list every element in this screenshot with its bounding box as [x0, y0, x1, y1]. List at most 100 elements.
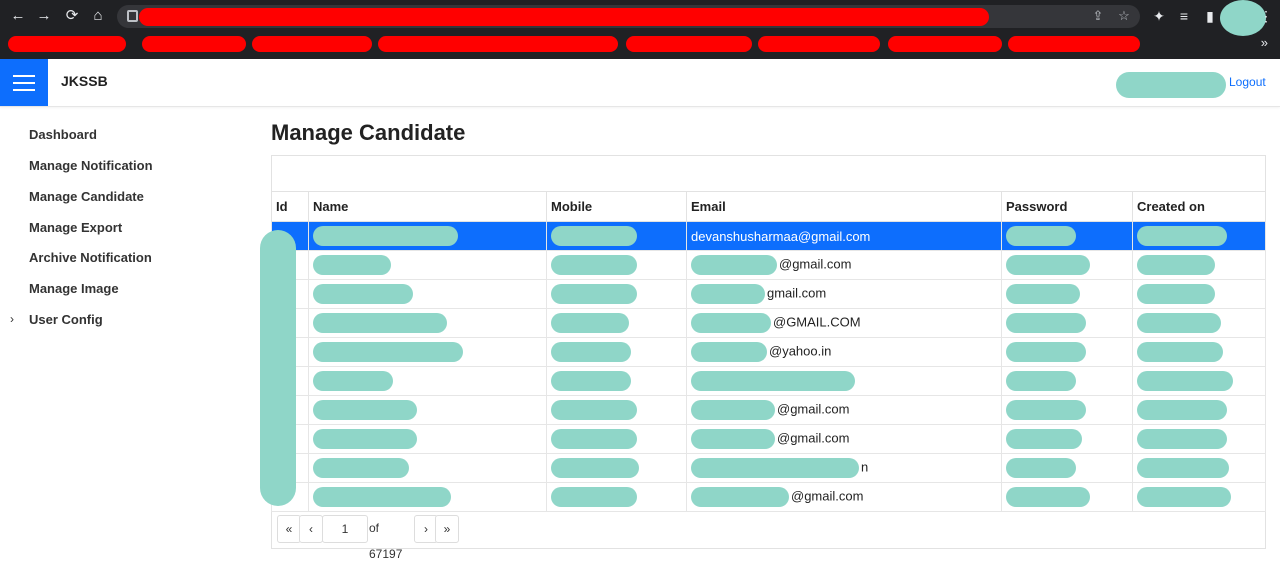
extensions-icon[interactable]: ✦ — [1149, 6, 1169, 26]
table-row[interactable]: devanshusharmaa@gmail.com — [271, 221, 1266, 251]
mobile-cell — [546, 453, 687, 483]
email-cell: @gmail.com — [686, 395, 1002, 425]
column-header-id[interactable]: Id — [271, 191, 309, 222]
column-header-email[interactable]: Email — [686, 191, 1002, 222]
email-cell: @yahoo.in — [686, 337, 1002, 367]
logout-link[interactable]: Logout — [1229, 75, 1266, 89]
sidebar-item-archive-notification[interactable]: Archive Notification — [29, 250, 152, 265]
table-row[interactable]: @gmail.com — [271, 482, 1266, 512]
redacted-value — [1006, 226, 1076, 246]
redacted-bookmark[interactable] — [8, 36, 126, 52]
redacted-bookmark[interactable] — [1008, 36, 1140, 52]
reading-list-icon[interactable]: ≡ — [1174, 6, 1194, 26]
previous-page-icon[interactable]: ‹ — [299, 515, 323, 543]
name-cell — [308, 279, 547, 309]
redacted-value — [313, 400, 417, 420]
last-page-icon[interactable]: » — [435, 515, 459, 543]
sidebar-item-manage-export[interactable]: Manage Export — [29, 220, 122, 235]
menu-line — [13, 82, 35, 84]
column-header-name[interactable]: Name — [308, 191, 547, 222]
home-icon[interactable]: ⌂ — [88, 6, 108, 26]
column-header-password[interactable]: Password — [1001, 191, 1133, 222]
hamburger-menu-button[interactable] — [0, 59, 48, 106]
redacted-value — [551, 313, 629, 333]
email-cell: gmail.com — [686, 279, 1002, 309]
table-row[interactable]: @gmail.com — [271, 250, 1266, 280]
name-cell — [308, 308, 547, 338]
redacted-value — [313, 226, 458, 246]
sidebar-item-manage-candidate[interactable]: Manage Candidate — [29, 189, 144, 204]
browser-menu-icon[interactable]: ⋮ — [1256, 6, 1276, 26]
name-cell — [308, 424, 547, 454]
redacted-value — [691, 371, 855, 391]
redacted-bookmark[interactable] — [758, 36, 880, 52]
table-row[interactable]: @gmail.com — [271, 424, 1266, 454]
sidebar-item-dashboard[interactable]: Dashboard — [29, 127, 97, 142]
table-row[interactable]: @yahoo.in — [271, 337, 1266, 367]
chevron-right-icon[interactable]: › — [10, 312, 14, 326]
table-row[interactable]: n — [271, 453, 1266, 483]
page-number-input[interactable]: 1 — [322, 515, 368, 543]
email-cell: @gmail.com — [686, 250, 1002, 280]
table-row[interactable]: @gmail.com — [271, 395, 1266, 425]
created-on-cell — [1132, 395, 1266, 425]
column-header-created-on[interactable]: Created on — [1132, 191, 1266, 222]
redacted-value — [313, 342, 463, 362]
redacted-value — [313, 487, 451, 507]
back-icon[interactable]: ← — [8, 6, 28, 26]
forward-icon[interactable]: → — [34, 6, 54, 26]
password-cell — [1001, 366, 1133, 396]
lock-icon — [127, 10, 138, 22]
redacted-value — [1006, 342, 1086, 362]
password-cell — [1001, 250, 1133, 280]
bookmarks-overflow-icon[interactable]: » — [1261, 35, 1268, 50]
password-cell — [1001, 424, 1133, 454]
reload-icon[interactable]: ⟳ — [62, 6, 82, 26]
bookmark-star-icon[interactable]: ☆ — [1115, 7, 1133, 25]
password-cell — [1001, 308, 1133, 338]
redacted-bookmark[interactable] — [252, 36, 372, 52]
table-row[interactable]: @GMAIL.COM — [271, 308, 1266, 338]
redacted-bookmark[interactable] — [888, 36, 1002, 52]
table-row[interactable]: gmail.com — [271, 279, 1266, 309]
share-icon[interactable]: ⇪ — [1089, 7, 1107, 25]
page-title: Manage Candidate — [271, 120, 466, 145]
redacted-value — [1006, 400, 1086, 420]
table-header-row: Id Name Mobile Email Password Created on — [271, 191, 1266, 222]
sidebar-item-manage-notification[interactable]: Manage Notification — [29, 158, 153, 173]
password-cell — [1001, 395, 1133, 425]
redacted-value — [1137, 400, 1227, 420]
redacted-bookmark[interactable] — [378, 36, 618, 52]
mobile-cell — [546, 395, 687, 425]
redacted-value — [1137, 255, 1215, 275]
redacted-value — [313, 255, 391, 275]
redacted-bookmark[interactable] — [626, 36, 752, 52]
redacted-value — [1137, 458, 1229, 478]
address-bar[interactable]: ⇪ ☆ — [117, 5, 1140, 28]
redacted-value — [691, 342, 767, 362]
created-on-cell — [1132, 221, 1266, 251]
redacted-value — [1006, 458, 1076, 478]
first-page-icon[interactable]: « — [277, 515, 301, 543]
redacted-value — [691, 284, 765, 304]
side-panel-icon[interactable]: ▮ — [1200, 6, 1220, 26]
redacted-value — [551, 284, 637, 304]
redacted-value — [551, 487, 637, 507]
created-on-cell — [1132, 250, 1266, 280]
password-cell — [1001, 453, 1133, 483]
redacted-value — [1006, 284, 1080, 304]
redacted-value — [1006, 487, 1090, 507]
sidebar-item-manage-image[interactable]: Manage Image — [29, 281, 119, 296]
sidebar-item-user-config[interactable]: User Config — [29, 312, 103, 327]
redacted-value — [551, 400, 637, 420]
redacted-value — [551, 371, 631, 391]
redacted-value — [691, 429, 775, 449]
created-on-cell — [1132, 482, 1266, 512]
column-header-mobile[interactable]: Mobile — [546, 191, 687, 222]
redacted-value — [691, 458, 859, 478]
redacted-url — [139, 8, 989, 26]
name-cell — [308, 395, 547, 425]
table-row[interactable] — [271, 366, 1266, 396]
redacted-bookmark[interactable] — [142, 36, 246, 52]
mobile-cell — [546, 308, 687, 338]
